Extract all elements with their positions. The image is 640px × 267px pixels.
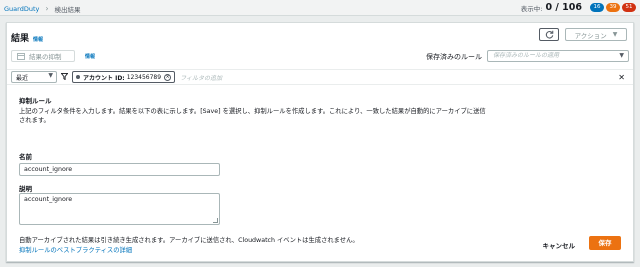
remove-token-icon[interactable]: × (164, 73, 172, 81)
counter-value: 0 / 106 (545, 2, 582, 13)
counter-label: 表示中: (520, 4, 543, 13)
saved-rules-label: 保存済みのルール (426, 53, 482, 61)
clear-filter-icon[interactable]: ✕ (618, 73, 625, 82)
chevron-right-icon: › (45, 4, 49, 13)
top-bar: GuardDuty › 検出結果 表示中: 0 / 106 16 39 51 (0, 0, 640, 16)
description-label: 説明 (19, 185, 32, 193)
severity-low-badge[interactable]: 16 (590, 3, 604, 12)
actions-dropdown[interactable]: アクション ▼ (565, 28, 627, 41)
suppression-form: 抑制ルール 上記のフィルタ条件を入力します。結果を以下の表に示します。[Save… (19, 95, 619, 125)
filter-token[interactable]: アカウント ID: 123456789 × (72, 71, 176, 83)
suppress-icon (17, 52, 25, 60)
saved-rules-placeholder: 保存済みのルールの適用 (493, 52, 560, 59)
recent-filter-value: 最近 (16, 74, 29, 82)
refresh-icon (545, 30, 553, 39)
severity-high-badge[interactable]: 51 (622, 3, 636, 12)
findings-counter: 表示中: 0 / 106 16 39 51 (521, 2, 636, 13)
cancel-button[interactable]: キャンセル (543, 240, 576, 250)
description-value: account_ignore (24, 196, 73, 203)
caret-down-icon: ▼ (48, 72, 53, 79)
breadcrumb-guardduty-link[interactable]: GuardDuty (4, 5, 39, 13)
panel-header: 結果 情報 アクション ▼ 結果の抑制 情報 保存済みのルール 保存済みのルール… (7, 23, 633, 69)
resize-handle-icon[interactable] (213, 218, 218, 223)
panel-title-text: 結果 (11, 34, 30, 44)
add-filter-input[interactable]: フィルタの追加 (180, 73, 618, 82)
suppress-findings-button[interactable]: 結果の抑制 (11, 50, 75, 62)
section-description: 上記のフィルタ条件を入力します。結果を以下の表に示します。[Save] を選択し… (19, 108, 486, 124)
info-link[interactable]: 情報 (33, 36, 43, 43)
best-practice-link[interactable]: 抑制ルールのベストプラクティスの詳細 (19, 245, 132, 254)
refresh-button[interactable] (539, 28, 559, 41)
name-field[interactable]: account_ignore (19, 163, 220, 176)
findings-panel: 結果 情報 アクション ▼ 結果の抑制 情報 保存済みのルール 保存済みのルール… (6, 22, 634, 262)
saved-rules-select[interactable]: 保存済みのルールの適用 ▼ (487, 50, 629, 62)
breadcrumb: GuardDuty › 検出結果 (4, 4, 81, 15)
suppress-info-link[interactable]: 情報 (85, 53, 95, 60)
funnel-icon (60, 72, 69, 82)
save-button[interactable]: 保存 (589, 236, 621, 250)
name-label: 名前 (19, 153, 32, 161)
filter-bar: 最近 ▼ アカウント ID: 123456789 × フィルタの追加 ✕ (7, 69, 633, 85)
description-field[interactable]: account_ignore (19, 193, 220, 225)
caret-down-icon: ▼ (612, 31, 618, 38)
suppress-label: 結果の抑制 (29, 53, 62, 61)
caret-down-icon: ▼ (619, 52, 624, 59)
severity-medium-badge[interactable]: 39 (606, 3, 620, 12)
token-key: アカウント ID: (83, 74, 125, 82)
token-dot-icon (76, 75, 80, 79)
panel-title: 結果 情報 (11, 31, 43, 44)
recent-filter-select[interactable]: 最近 ▼ (11, 71, 57, 83)
auto-archive-note: 自動アーカイブされた結果は引き続き生成されます。アーカイブに送信され、Cloud… (19, 237, 359, 244)
section-title: 抑制ルール (19, 97, 52, 105)
token-value: 123456789 (126, 73, 162, 81)
breadcrumb-current: 検出結果 (54, 6, 81, 14)
actions-label: アクション (574, 31, 607, 40)
